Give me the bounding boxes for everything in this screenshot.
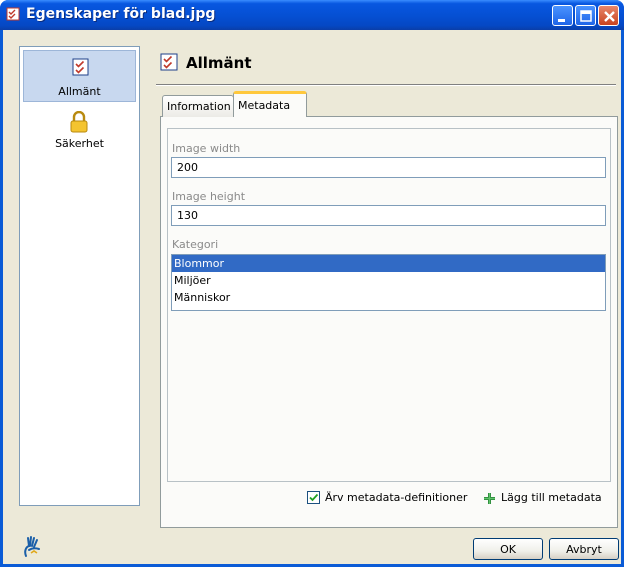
category-nav: Allmänt Säkerhet <box>19 46 140 506</box>
properties-dialog: Egenskaper för blad.jpg Allmänt Säkerhet <box>0 0 624 567</box>
image-height-field[interactable]: 130 <box>171 205 606 226</box>
checkmark-icon <box>309 493 319 502</box>
close-button[interactable] <box>598 5 619 26</box>
minimize-icon <box>558 19 565 22</box>
nav-item-allmant[interactable]: Allmänt <box>23 50 136 102</box>
ok-button[interactable]: OK <box>473 538 543 560</box>
minimize-button[interactable] <box>552 5 573 26</box>
image-height-label: Image height <box>172 190 246 203</box>
nav-item-label: Allmänt <box>58 85 101 98</box>
window-title: Egenskaper för blad.jpg <box>26 6 216 22</box>
add-metadata-label: Lägg till metadata <box>501 491 602 504</box>
image-width-field[interactable]: 200 <box>171 157 606 178</box>
checklist-icon <box>160 53 178 71</box>
checklist-icon <box>72 58 89 76</box>
category-label: Kategori <box>172 238 219 251</box>
nav-item-sakerhet[interactable]: Säkerhet <box>20 109 139 163</box>
title-bar[interactable]: Egenskaper för blad.jpg <box>0 0 624 30</box>
checklist-icon <box>6 7 20 21</box>
page-title: Allmänt <box>186 54 252 72</box>
close-icon <box>604 11 615 22</box>
image-width-label: Image width <box>172 142 241 155</box>
list-item[interactable]: Människor <box>172 289 605 306</box>
divider <box>156 84 616 86</box>
inherit-metadata-label: Ärv metadata-definitioner <box>325 491 468 504</box>
cancel-button[interactable]: Avbryt <box>549 538 619 560</box>
list-item[interactable]: Blommor <box>172 255 605 272</box>
list-item[interactable]: Miljöer <box>172 272 605 289</box>
category-listbox[interactable]: Blommor Miljöer Människor <box>171 254 606 311</box>
inherit-metadata-checkbox[interactable] <box>307 491 320 504</box>
hand-logo-icon <box>24 536 40 557</box>
maximize-icon <box>580 10 592 22</box>
plus-icon <box>484 493 495 504</box>
padlock-icon <box>70 111 88 133</box>
tab-information[interactable]: Information <box>162 95 234 117</box>
nav-item-label: Säkerhet <box>55 137 104 150</box>
maximize-button[interactable] <box>575 5 596 26</box>
tab-metadata[interactable]: Metadata <box>233 91 307 117</box>
